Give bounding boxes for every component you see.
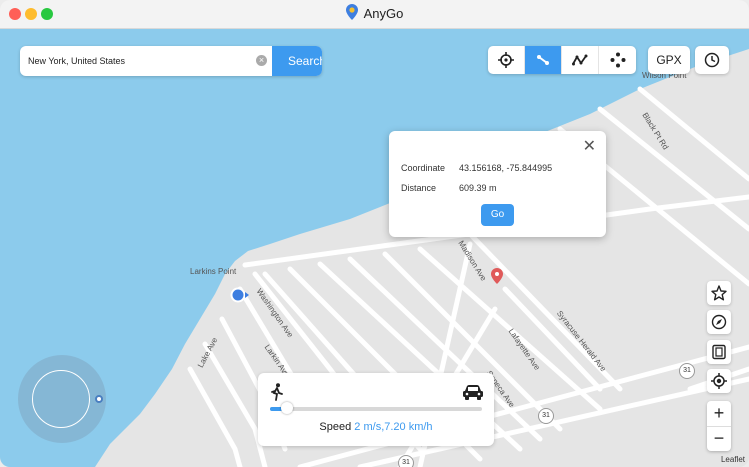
map-attribution[interactable]: Leaflet [721,455,745,464]
two-spot-mode-button[interactable] [525,46,562,74]
zoom-controls: + − [707,401,731,451]
device-button[interactable] [707,340,731,364]
speed-panel: Speed 2 m/s,7.20 km/h [258,373,494,446]
clock-icon [704,52,720,68]
route-badge: 31 [679,363,695,379]
search-input[interactable] [20,46,266,76]
route-badge: 31 [398,455,414,467]
go-button[interactable]: Go [481,204,514,226]
search-button[interactable]: Search [272,46,322,76]
locate-me-button[interactable] [707,369,731,393]
favorites-button[interactable] [707,281,731,305]
speed-value: 2 m/s,7.20 km/h [354,421,433,433]
joystick[interactable] [18,355,106,443]
multi-spot-mode-button[interactable] [562,46,599,74]
devices-icon [712,344,726,360]
star-icon [711,285,727,301]
car-icon[interactable] [462,383,484,406]
teleport-mode-button[interactable] [488,46,525,74]
walking-icon[interactable] [270,383,284,406]
clear-search-icon[interactable]: × [256,55,267,66]
speed-slider[interactable] [270,402,482,414]
window-title-area: AnyGo [0,3,749,23]
destination-pin-icon[interactable] [491,268,503,289]
close-popup-icon[interactable]: ✕ [583,139,596,155]
location-popup: ✕ Coordinate 43.156168, -75.844995 Dista… [389,131,606,237]
zoom-in-button[interactable]: + [707,401,731,426]
current-location-marker[interactable] [230,287,250,308]
anygo-logo-icon [345,3,358,23]
target-icon [711,373,727,389]
speed-slider-thumb[interactable] [280,402,293,414]
joystick-handle[interactable] [95,395,103,403]
coordinate-label: Coordinate [401,163,446,173]
compass-button[interactable] [707,310,731,334]
compass-icon [711,314,727,330]
crosshair-icon [498,52,514,68]
mode-toolbar [488,46,636,74]
history-button[interactable] [695,46,729,74]
coordinate-value: 43.156168, -75.844995 [459,163,553,173]
zoom-out-button[interactable]: − [707,426,731,451]
place-label-larkins-point: Larkins Point [190,267,237,276]
joystick-mode-icon [610,52,625,68]
multi-spot-route-icon [572,54,588,66]
speed-readout: Speed 2 m/s,7.20 km/h [258,421,494,433]
distance-row: Distance 609.39 m [401,183,497,193]
speed-label: Speed [319,421,352,433]
window-title: AnyGo [363,6,404,21]
gpx-button[interactable]: GPX [648,46,690,74]
distance-value: 609.39 m [459,183,497,193]
search-bar: × Search [20,46,322,76]
distance-label: Distance [401,183,437,193]
two-spot-route-icon [537,55,549,65]
route-badge: 31 [538,408,554,424]
joystick-mode-button[interactable] [599,46,636,74]
joystick-ring [32,370,90,428]
coordinate-row: Coordinate 43.156168, -75.844995 [401,163,552,173]
title-bar: AnyGo [0,0,749,29]
app-window: AnyGo Larkins Point Wilson Point Black P… [0,0,749,467]
